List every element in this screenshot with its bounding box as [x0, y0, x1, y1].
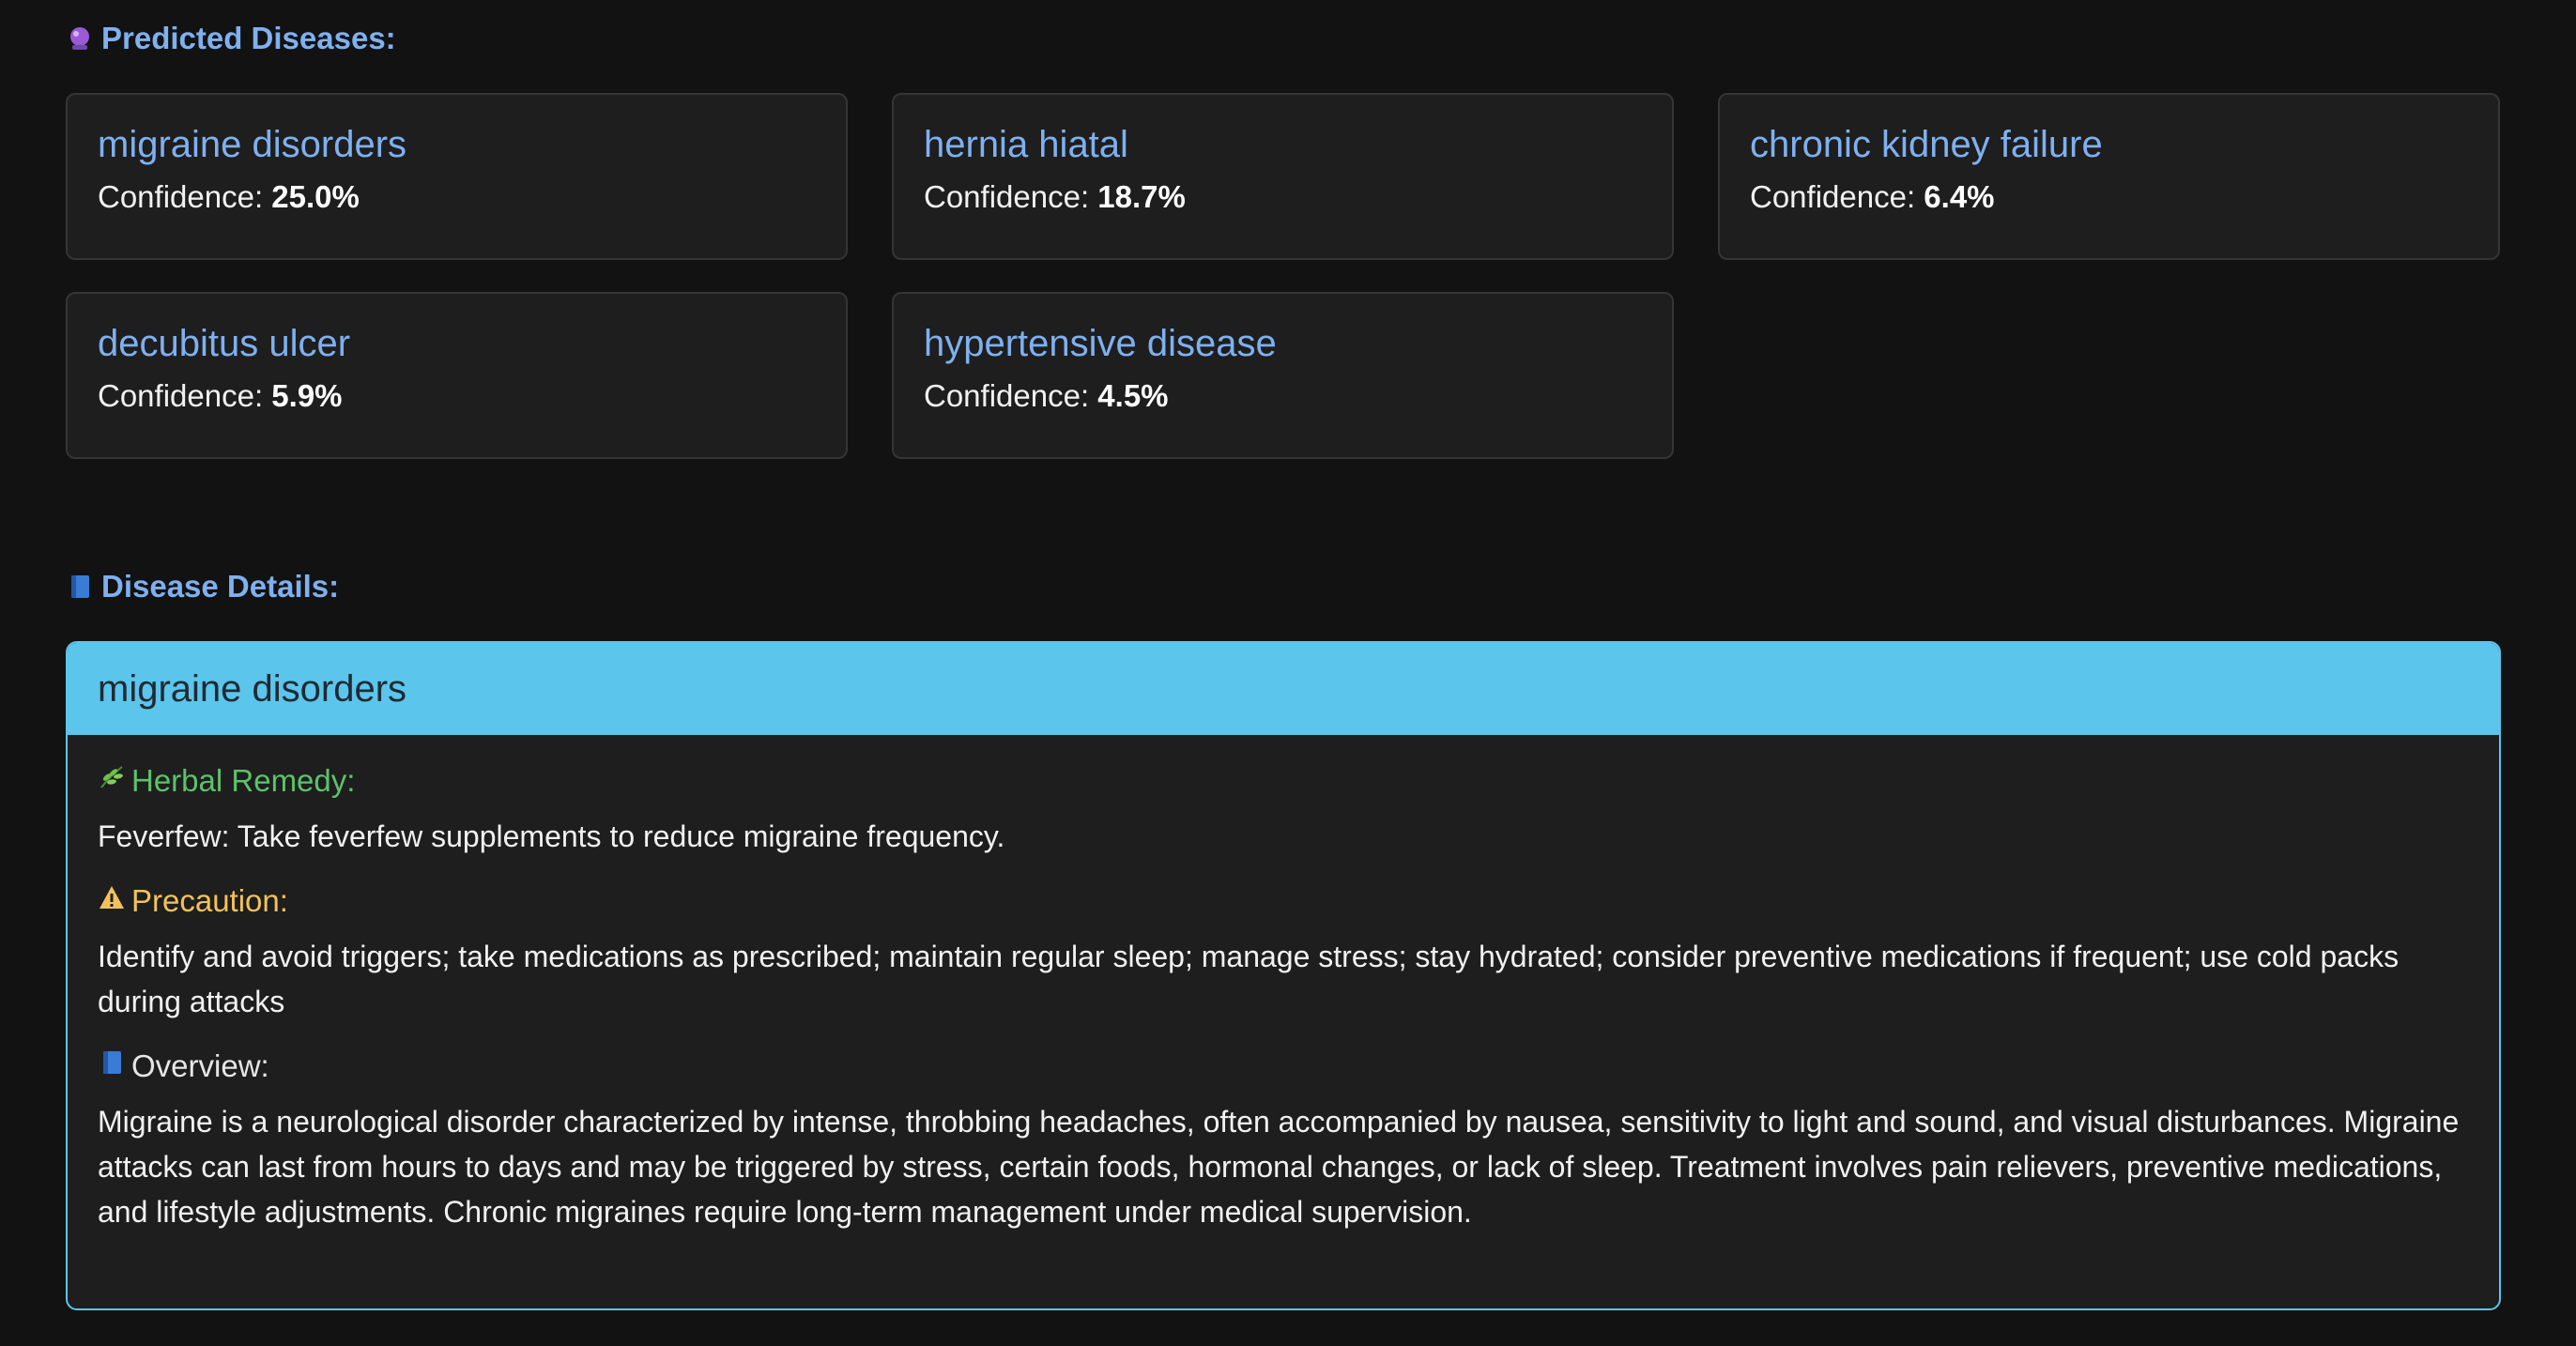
predicted-diseases-heading: Predicted Diseases: — [66, 21, 396, 56]
disease-card[interactable]: hernia hiatal Confidence: 18.7% — [892, 93, 1674, 260]
disease-card-name: hernia hiatal — [924, 124, 1128, 165]
herbal-remedy-label-text: Herbal Remedy: — [131, 763, 356, 798]
disease-detail-panel: migraine disorders Herbal Remedy: Feverf… — [66, 641, 2501, 1310]
disease-card[interactable]: migraine disorders Confidence: 25.0% — [66, 93, 848, 260]
confidence-value: 25.0% — [271, 179, 360, 214]
detail-disease-title: migraine disorders — [68, 643, 2499, 735]
precaution-label: Precaution: — [98, 883, 2469, 919]
confidence-value: 4.5% — [1097, 378, 1169, 413]
confidence-label: Confidence: — [924, 179, 1090, 214]
detail-body: Herbal Remedy: Feverfew: Take feverfew s… — [68, 735, 2499, 1234]
page: Predicted Diseases: migraine disorders C… — [0, 0, 2576, 1346]
herb-icon — [98, 763, 126, 799]
confidence-value: 18.7% — [1097, 179, 1186, 214]
disease-card-name: chronic kidney failure — [1750, 124, 2103, 165]
warning-icon — [98, 883, 126, 919]
herbal-remedy-label: Herbal Remedy: — [98, 763, 2469, 799]
confidence-value: 5.9% — [271, 378, 343, 413]
disease-card[interactable]: decubitus ulcer Confidence: 5.9% — [66, 292, 848, 459]
confidence-label: Confidence: — [1750, 179, 1916, 214]
disease-card-confidence: Confidence: 4.5% — [924, 378, 1642, 414]
disease-details-heading-text: Disease Details: — [101, 569, 340, 604]
disease-card-confidence: Confidence: 5.9% — [98, 378, 816, 414]
herbal-remedy-text: Feverfew: Take feverfew supplements to r… — [98, 819, 1005, 853]
disease-card-confidence: Confidence: 6.4% — [1750, 179, 2468, 215]
disease-details-heading: Disease Details: — [66, 569, 339, 604]
confidence-value: 6.4% — [1924, 179, 1995, 214]
disease-card-confidence: Confidence: 18.7% — [924, 179, 1642, 215]
overview-label: Overview: — [98, 1048, 2469, 1084]
disease-card-name: decubitus ulcer — [98, 323, 351, 364]
disease-card-confidence: Confidence: 25.0% — [98, 179, 816, 215]
crystal-ball-icon — [66, 24, 94, 53]
overview-label-text: Overview: — [131, 1048, 269, 1083]
book-icon — [66, 573, 94, 601]
disease-cards: migraine disorders Confidence: 25.0% her… — [66, 93, 2501, 459]
disease-card-name: hypertensive disease — [924, 323, 1277, 364]
confidence-label: Confidence: — [924, 378, 1090, 413]
disease-card[interactable]: hypertensive disease Confidence: 4.5% — [892, 292, 1674, 459]
precaution-label-text: Precaution: — [131, 883, 288, 918]
confidence-label: Confidence: — [98, 378, 264, 413]
overview-text: Migraine is a neurological disorder char… — [98, 1105, 2460, 1229]
confidence-label: Confidence: — [98, 179, 264, 214]
predicted-diseases-heading-text: Predicted Diseases: — [101, 21, 396, 55]
book-icon — [98, 1048, 126, 1084]
disease-card-name: migraine disorders — [98, 124, 407, 165]
precaution-text: Identify and avoid triggers; take medica… — [98, 940, 2400, 1018]
disease-card[interactable]: chronic kidney failure Confidence: 6.4% — [1718, 93, 2500, 260]
